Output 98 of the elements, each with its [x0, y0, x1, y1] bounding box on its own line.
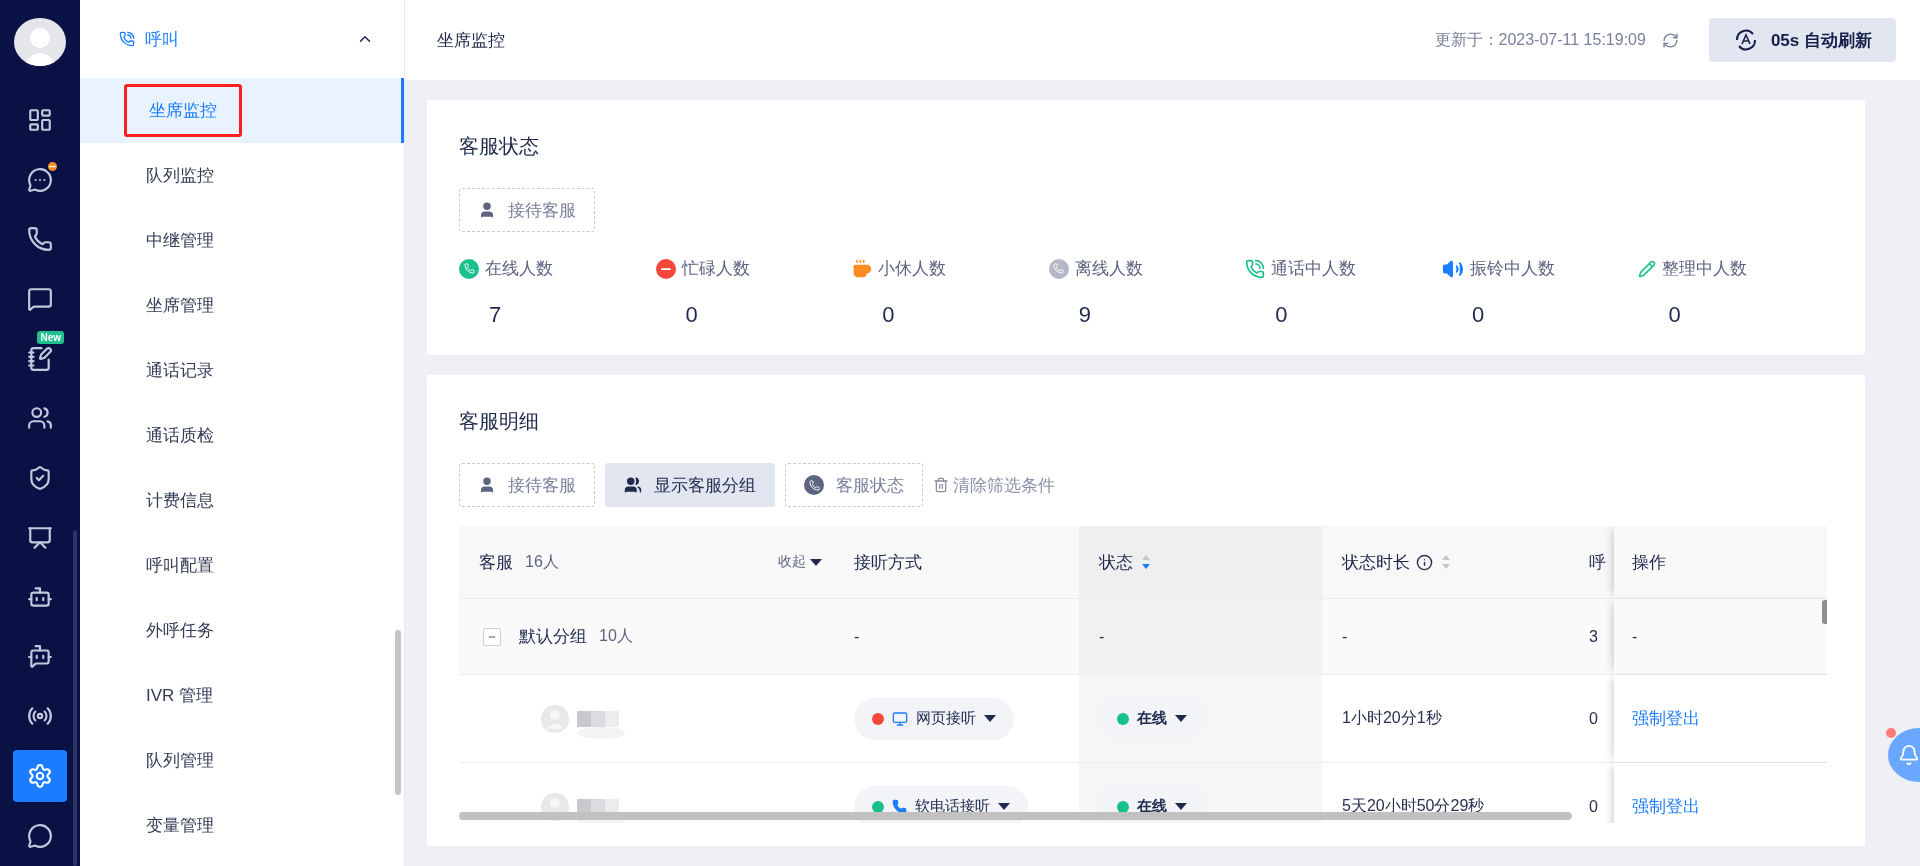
stat-value: 0 — [881, 302, 896, 328]
page-title: 坐席监控 — [437, 29, 506, 52]
status-dropdown[interactable]: 在线 — [1099, 697, 1205, 740]
monitor-chart-icon — [27, 524, 53, 551]
card-title: 客服明细 — [459, 409, 540, 433]
menu-item[interactable]: 呼叫配置 — [80, 533, 404, 598]
menu-group[interactable]: 呼叫 — [80, 0, 404, 78]
menu-item[interactable]: 坐席管理 — [80, 273, 404, 338]
horizontal-scrollbar[interactable] — [459, 812, 1572, 820]
user-icon — [478, 201, 496, 219]
auto-refresh-button[interactable]: 05s 自动刷新 — [1708, 18, 1896, 62]
pencil-icon — [1638, 259, 1657, 278]
table-cell: 0 — [1589, 709, 1598, 728]
notepad-icon — [27, 345, 53, 372]
menu-item[interactable]: 通话质检 — [80, 403, 404, 468]
column-header: 状态时长 — [1342, 551, 1410, 574]
column-header: 接听方式 — [854, 551, 922, 574]
avatar[interactable] — [14, 18, 66, 67]
column-header: 客服 — [479, 551, 513, 574]
table-cell-text: 1小时20分1秒 — [1342, 708, 1442, 728]
force-logout-link[interactable]: 强制登出 — [1632, 795, 1700, 818]
caret-icon — [984, 715, 996, 722]
dashboard-icon — [27, 107, 53, 134]
phone-icon — [27, 226, 53, 253]
column-header: 操作 — [1632, 551, 1666, 574]
stat-label: 忙碌人数 — [681, 258, 750, 280]
menu-item[interactable]: 变量管理 — [80, 793, 404, 858]
update-time: 更新于：2023-07-11 15:19:09 — [1434, 29, 1646, 50]
force-logout-link[interactable]: 强制登出 — [1632, 707, 1700, 730]
collapse-toggle[interactable]: 收起 — [778, 553, 822, 571]
column-header: 呼 — [1589, 551, 1606, 574]
stat-label: 离线人数 — [1074, 258, 1143, 280]
nav-item[interactable] — [13, 750, 67, 803]
menu-item[interactable]: 计费信息 — [80, 468, 404, 533]
card-title: 客服状态 — [459, 134, 540, 158]
trash-icon — [933, 477, 949, 493]
stat-label: 小休人数 — [878, 258, 947, 280]
menu-item[interactable]: IVR 管理 — [80, 663, 404, 728]
users-icon — [27, 405, 53, 432]
group-count: 10人 — [599, 626, 633, 646]
monitor-icon — [892, 710, 908, 727]
cup-icon — [852, 258, 873, 279]
filter-chip[interactable]: 接待客服 — [459, 188, 595, 232]
agent-count: 16人 — [525, 551, 559, 572]
stat-value: 0 — [1470, 302, 1486, 328]
filter-chip[interactable]: 客服状态 — [785, 463, 923, 507]
menu-item[interactable]: 外呼任务 — [80, 598, 404, 663]
bell-icon — [1898, 744, 1920, 766]
table-cell: - — [1632, 627, 1638, 646]
expand-toggle[interactable] — [483, 627, 501, 646]
menu-item[interactable]: 中继管理 — [80, 208, 404, 273]
stat-value: 9 — [1077, 302, 1092, 328]
info-icon[interactable] — [1416, 553, 1433, 571]
filter-chip[interactable]: 接待客服 — [459, 463, 595, 507]
users-icon — [624, 476, 642, 494]
stat-label: 在线人数 — [485, 258, 553, 280]
robot-message-icon — [27, 643, 53, 670]
user-icon — [478, 476, 496, 494]
caret-icon — [810, 558, 822, 566]
stat-label: 整理中人数 — [1662, 258, 1748, 280]
chat-icon — [27, 166, 53, 193]
stat-value: 0 — [1667, 302, 1682, 328]
menu-item[interactable]: 坐席监控 — [80, 78, 404, 143]
caret-icon — [1175, 715, 1187, 722]
vertical-scrollbar[interactable] — [1822, 600, 1827, 624]
column-header: 状态 — [1099, 551, 1133, 574]
minus-circle-icon — [655, 258, 676, 279]
refresh-icon[interactable] — [1661, 31, 1679, 49]
filter-chip[interactable]: 显示客服分组 — [605, 463, 775, 507]
menu-group-label: 呼叫 — [145, 28, 180, 51]
phone-call-icon — [1245, 258, 1266, 279]
message-icon — [27, 286, 53, 313]
phone-icon — [892, 799, 907, 814]
phone-icon — [1048, 258, 1069, 279]
phone-call-icon — [119, 31, 135, 47]
chat-bubble-icon — [27, 823, 53, 850]
menu-item[interactable]: 队列监控 — [80, 143, 404, 208]
table-cell: - — [854, 627, 860, 646]
stat-label: 通话中人数 — [1271, 258, 1357, 280]
table-cell: 3 — [1589, 627, 1598, 646]
answer-mode-dropdown[interactable]: 网页接听 — [854, 697, 1014, 740]
menu-item[interactable]: 队列管理 — [80, 728, 404, 793]
stat-value: 0 — [684, 302, 699, 328]
stat-value: 0 — [1274, 302, 1289, 328]
stat-label: 振铃中人数 — [1469, 258, 1555, 280]
phone-icon — [459, 258, 479, 279]
stat-value: 7 — [488, 302, 503, 328]
table-cell: 0 — [1589, 797, 1598, 816]
table-cell: - — [1342, 627, 1348, 646]
new-badge: New — [37, 330, 64, 344]
settings-icon — [27, 763, 53, 790]
phone-icon — [804, 475, 824, 495]
sort-icon[interactable] — [1141, 554, 1151, 570]
table-cell: - — [1099, 627, 1105, 646]
shield-check-icon — [27, 464, 53, 491]
annotation-frame: 坐席监控 — [124, 84, 242, 137]
menu-item[interactable]: 通话记录 — [80, 338, 404, 403]
group-name: 默认分组 — [519, 626, 587, 648]
